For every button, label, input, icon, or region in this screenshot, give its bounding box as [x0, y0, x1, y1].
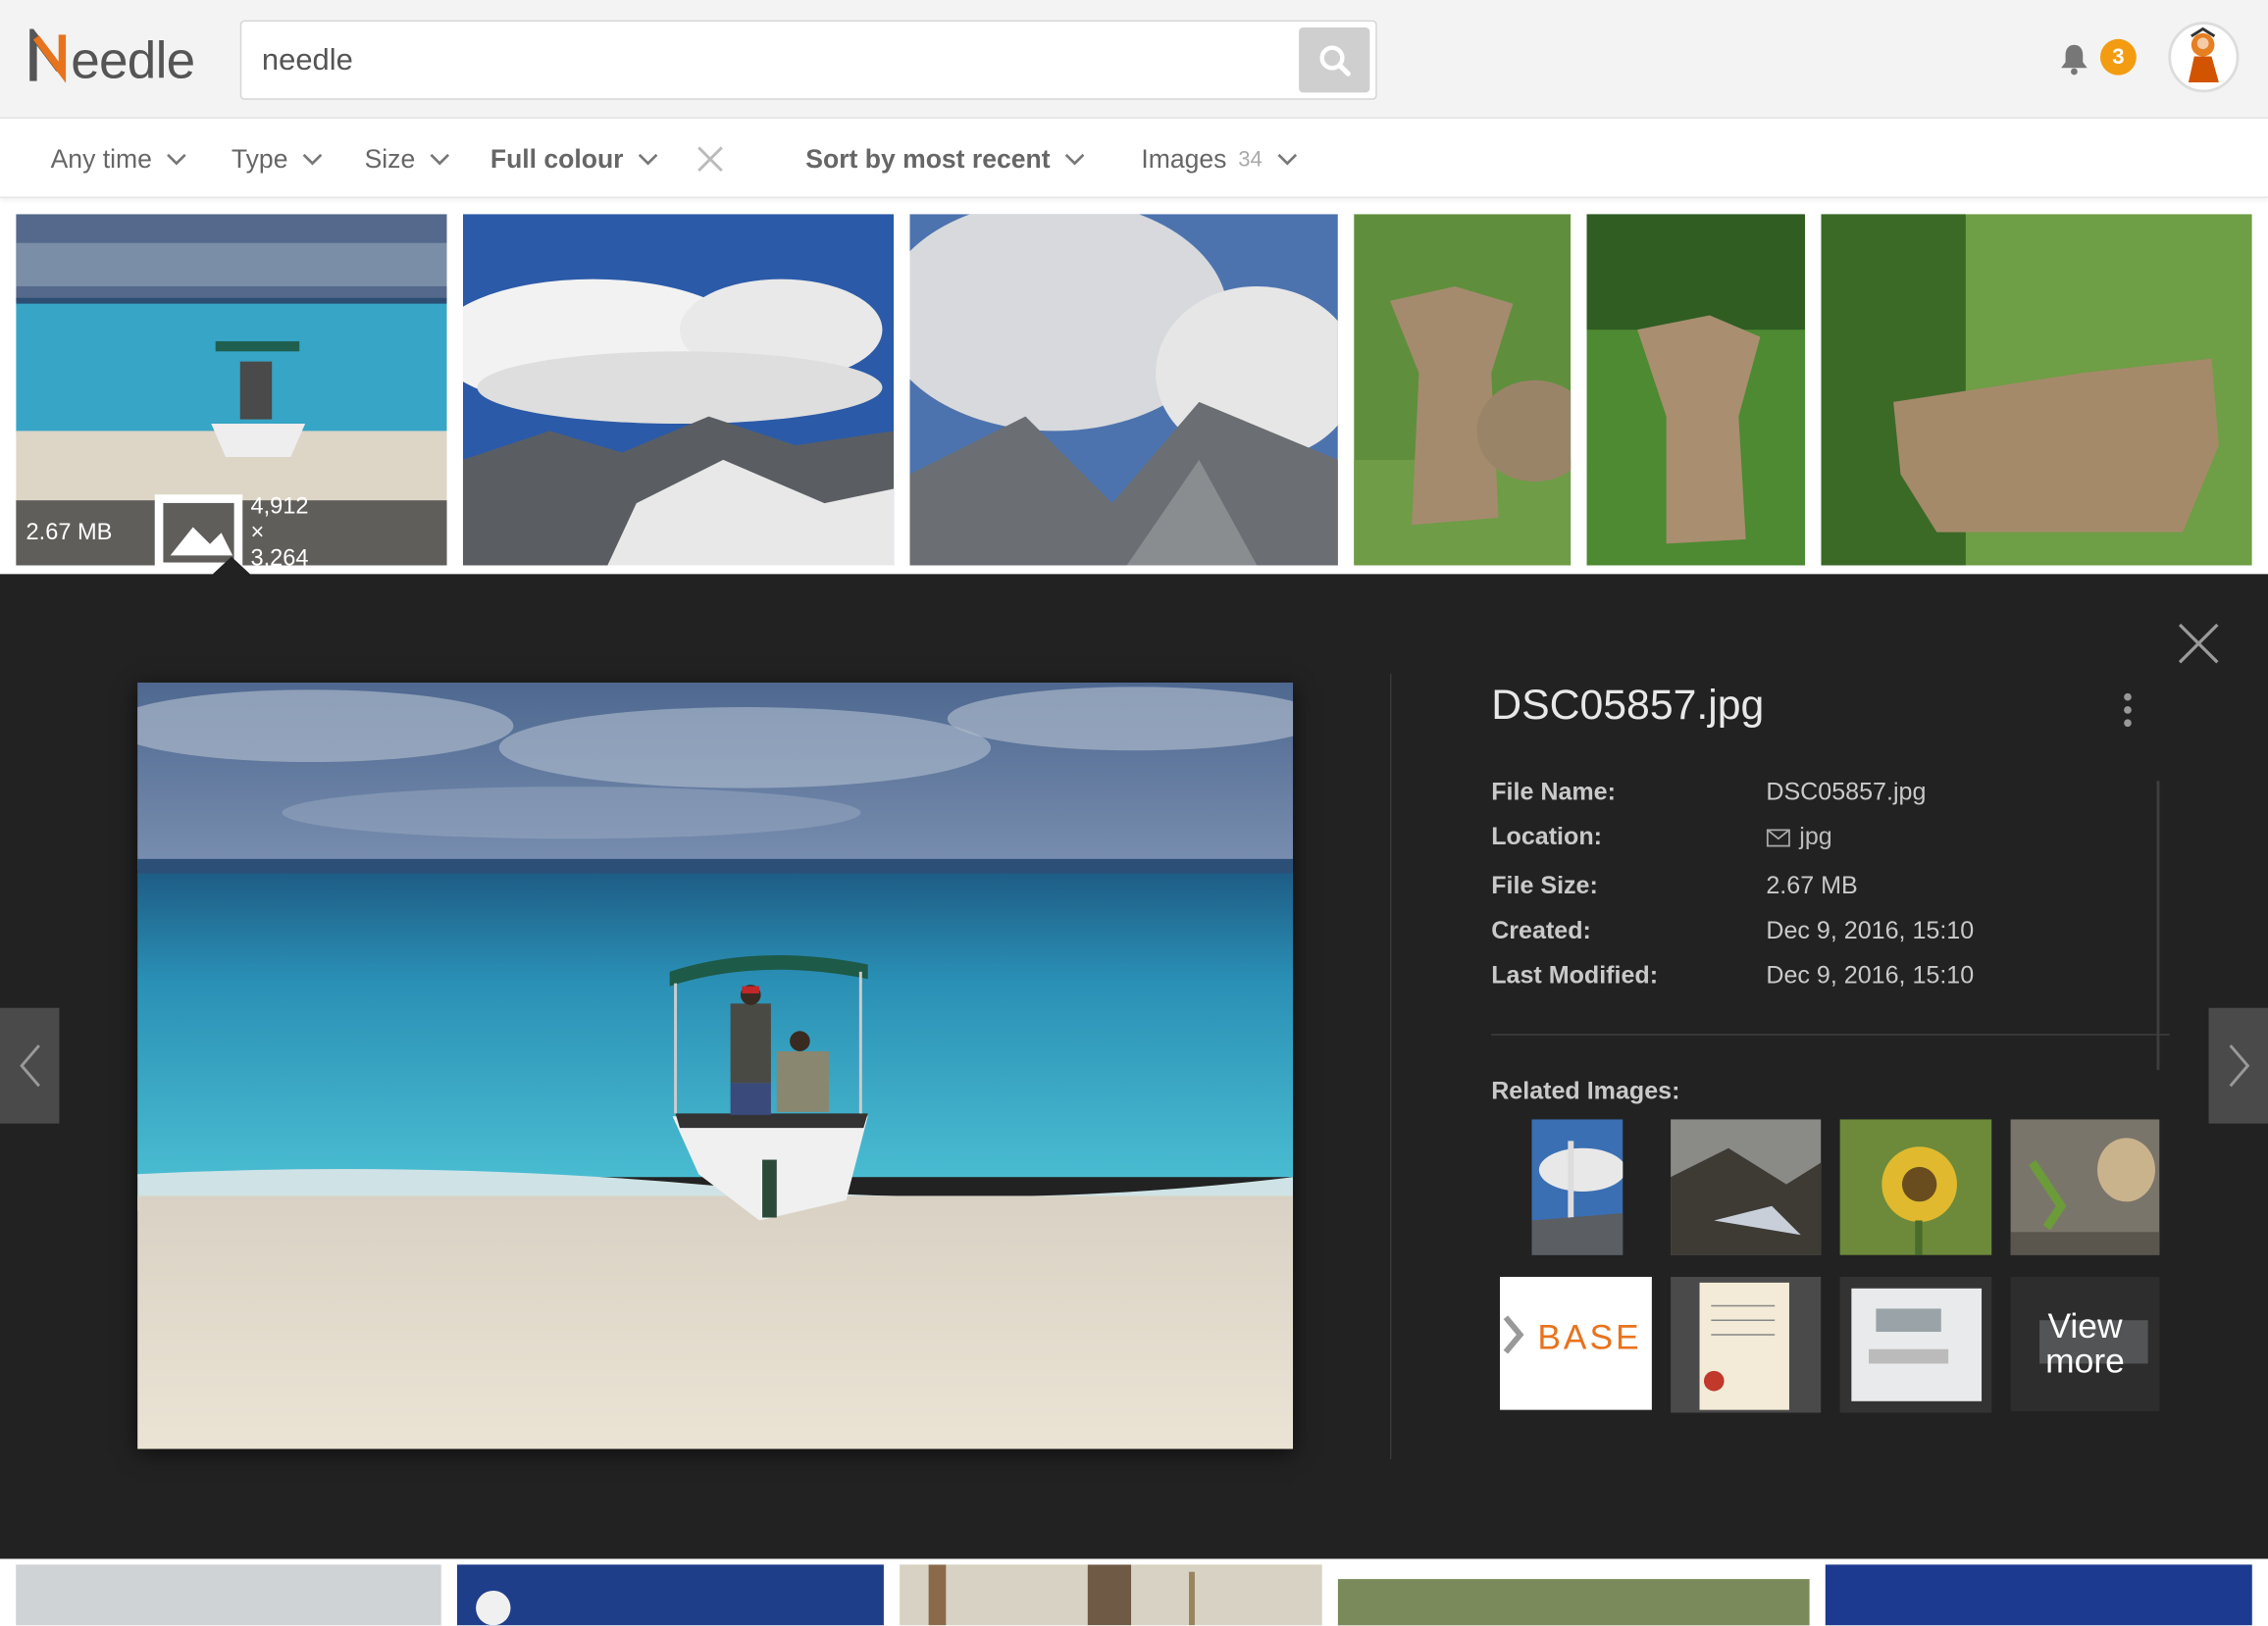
- location-label: Location:: [1491, 822, 1602, 851]
- filter-colour[interactable]: Full colour: [490, 120, 658, 198]
- thumbnail-bottom-5[interactable]: [1825, 1564, 2252, 1626]
- created-label: Created:: [1491, 916, 1591, 944]
- last-modified-value: Dec 9, 2016, 15:10: [1766, 961, 1975, 990]
- close-icon: [2178, 623, 2219, 664]
- logo-text: eedle: [71, 32, 194, 87]
- thumbnail-mountain-clouds[interactable]: [462, 214, 895, 566]
- chevron-down-icon: [1064, 153, 1085, 165]
- needle-logo-mark: eedle: [29, 28, 195, 87]
- close-icon: [697, 146, 723, 173]
- metadata-divider: [1491, 1034, 2170, 1036]
- thumbnail-bottom-2[interactable]: [456, 1564, 884, 1626]
- selection-pointer: [211, 556, 252, 576]
- close-detail-button[interactable]: [2176, 621, 2222, 667]
- created-value: Dec 9, 2016, 15:10: [1766, 916, 1975, 944]
- file-size-label: File Size:: [1491, 872, 1598, 900]
- metadata-scrollbar[interactable]: [2156, 781, 2160, 1071]
- related-image-certificate[interactable]: [1671, 1276, 1822, 1413]
- notifications-bell-icon[interactable]: [2060, 43, 2088, 76]
- thumbnail-bottom-3[interactable]: [900, 1564, 1322, 1626]
- sort-dropdown[interactable]: Sort by most recent: [805, 120, 1085, 198]
- related-image-rocks[interactable]: [1671, 1119, 1822, 1255]
- related-image-base-logo[interactable]: BASE: [1500, 1276, 1652, 1410]
- image-icon: [154, 494, 242, 566]
- detail-divider: [1389, 674, 1392, 1459]
- related-image-meter[interactable]: [1839, 1276, 1992, 1413]
- needle-logo[interactable]: eedle: [28, 28, 214, 86]
- chevron-left-icon: [19, 1044, 40, 1088]
- filter-any-time[interactable]: Any time: [51, 120, 187, 198]
- location-value[interactable]: jpg: [1766, 822, 1832, 851]
- thumbnail-dimensions: 4,912 × 3,264: [250, 493, 309, 566]
- search-icon: [1318, 44, 1351, 76]
- folder-envelope-icon: [1766, 828, 1790, 846]
- related-images-label: Related Images:: [1491, 1077, 1680, 1105]
- clear-filters-button[interactable]: [697, 120, 724, 198]
- thumbnail-beach-boat[interactable]: 2.67 MB 4,912 × 3,264: [16, 214, 447, 566]
- view-more-button[interactable]: View more: [2010, 1276, 2160, 1412]
- view-more-line1: View: [2047, 1306, 2123, 1347]
- filter-label: Size: [364, 143, 416, 174]
- next-image-button[interactable]: [2208, 1007, 2268, 1124]
- base-logo-text: BASE: [1537, 1319, 1641, 1357]
- file-title: DSC05857.jpg: [1491, 682, 1765, 730]
- thumbnail-cow-3[interactable]: [1821, 214, 2252, 566]
- previous-image-button[interactable]: [0, 1007, 60, 1124]
- thumbnail-cow-2[interactable]: [1586, 214, 1806, 566]
- chevron-down-icon: [302, 153, 323, 165]
- location-text: jpg: [1799, 822, 1832, 851]
- images-count: 34: [1238, 146, 1263, 172]
- filter-label: Any time: [50, 143, 152, 174]
- images-label: Images: [1141, 143, 1227, 174]
- sort-label: Sort by most recent: [805, 143, 1051, 174]
- related-image-sunflower[interactable]: [1839, 1119, 1992, 1255]
- chevron-down-icon: [638, 153, 658, 165]
- chevron-down-icon: [167, 153, 186, 165]
- notification-count-badge[interactable]: 3: [2099, 38, 2137, 76]
- chevron-right-icon: [2228, 1044, 2249, 1088]
- thumbnail-alpine-valley[interactable]: [909, 214, 1338, 566]
- chevron-down-icon: [1277, 153, 1297, 165]
- search-box: [239, 20, 1377, 100]
- view-more-line2: more: [2045, 1341, 2125, 1381]
- user-avatar[interactable]: [2168, 22, 2240, 93]
- search-input[interactable]: [241, 22, 1283, 99]
- filter-bar: Any time Type Size Full colour Sort by m…: [0, 120, 2268, 199]
- related-image-tower[interactable]: [1531, 1119, 1624, 1255]
- thumbnail-file-size: 2.67 MB: [26, 520, 113, 545]
- thumbnail-bottom-4[interactable]: [1337, 1579, 1810, 1626]
- last-modified-label: Last Modified:: [1491, 961, 1659, 990]
- file-name-label: File Name:: [1491, 778, 1616, 806]
- chevron-down-icon: [430, 153, 450, 165]
- thumbnail-bottom-1[interactable]: [16, 1564, 441, 1626]
- file-size-value: 2.67 MB: [1766, 872, 1858, 900]
- thumbnail-info-overlay: 2.67 MB 4,912 × 3,264: [16, 494, 447, 566]
- filter-label: Full colour: [490, 143, 624, 174]
- related-image-snail[interactable]: [2010, 1119, 2160, 1255]
- file-name-value: DSC05857.jpg: [1766, 778, 1927, 806]
- thumbnail-cow-1[interactable]: [1354, 214, 1572, 566]
- filter-label: Type: [231, 143, 288, 174]
- filter-type[interactable]: Type: [232, 120, 323, 198]
- view-more-label: View more: [2011, 1277, 2160, 1411]
- more-options-kebab-icon[interactable]: [2115, 691, 2141, 729]
- search-button[interactable]: [1299, 27, 1370, 93]
- images-dropdown[interactable]: Images 34: [1141, 120, 1297, 198]
- main-preview-image[interactable]: [137, 682, 1294, 1449]
- filter-size[interactable]: Size: [365, 120, 450, 198]
